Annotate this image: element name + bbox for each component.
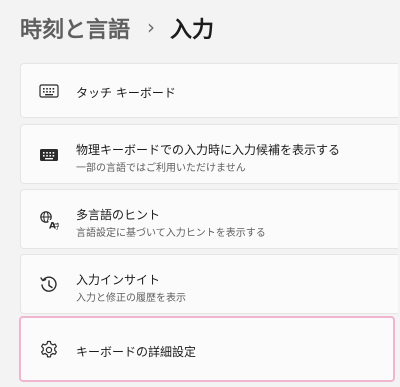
gear-icon xyxy=(38,339,60,361)
item-title: 多言語のヒント xyxy=(76,208,161,222)
svg-text:字: 字 xyxy=(54,222,59,231)
item-subtitle: 入力と修正の履歴を表示 xyxy=(76,293,186,304)
item-title: 入力インサイト xyxy=(76,273,161,287)
breadcrumb-parent-link[interactable]: 時刻と言語 xyxy=(20,12,130,44)
breadcrumb-separator: › xyxy=(147,15,156,39)
item-title: タッチ キーボード xyxy=(76,86,176,100)
settings-item-typing-insights[interactable]: 入力インサイト 入力と修正の履歴を表示 xyxy=(20,254,398,314)
page-title: 入力 xyxy=(170,18,215,43)
item-title: 物理キーボードでの入力時に入力候補を表示する xyxy=(76,143,341,157)
settings-item-touch-keyboard[interactable]: タッチ キーボード xyxy=(20,63,398,118)
history-icon xyxy=(38,274,60,296)
keyboard-outline-icon xyxy=(38,80,60,102)
settings-item-multilingual-hints[interactable]: A 字 多言語のヒント 言語設定に基づいて入力ヒントを表示する xyxy=(20,189,398,249)
breadcrumb: 時刻と言語 › 入力 xyxy=(20,10,214,46)
item-subtitle: 一部の言語ではご利用いただけません xyxy=(76,163,246,174)
item-subtitle: 言語設定に基づいて入力ヒントを表示する xyxy=(76,228,266,239)
multilingual-hint-icon: A 字 xyxy=(38,209,60,231)
item-title: キーボードの詳細設定 xyxy=(76,345,197,359)
settings-item-physical-keyboard-suggestions[interactable]: 物理キーボードでの入力時に入力候補を表示する 一部の言語ではご利用いただけません xyxy=(20,124,398,184)
keyboard-filled-icon xyxy=(38,144,60,166)
settings-item-advanced-keyboard-settings[interactable]: キーボードの詳細設定 xyxy=(19,316,395,382)
